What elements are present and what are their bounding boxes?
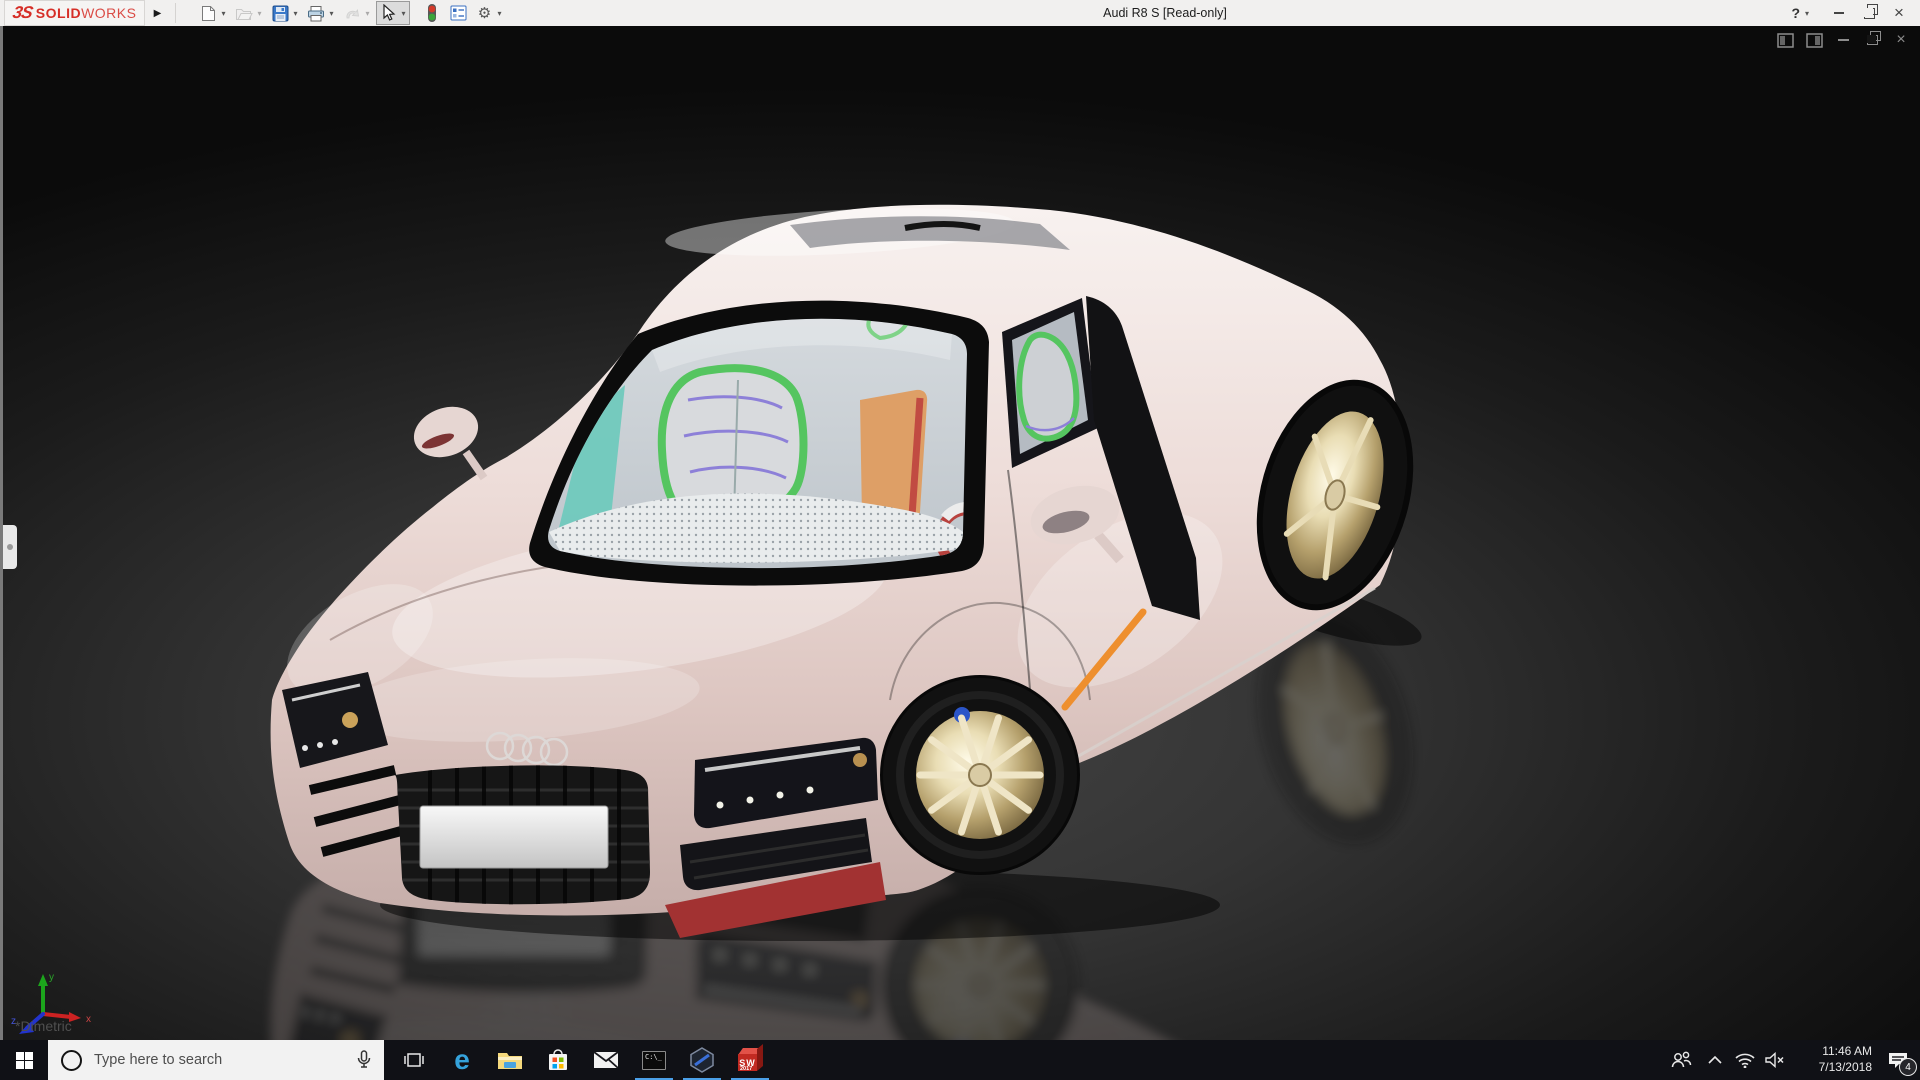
document-window-controls: × <box>1776 32 1910 48</box>
minimize-icon <box>1834 12 1844 14</box>
pane-left-icon <box>1777 33 1794 48</box>
network-button[interactable] <box>1730 1040 1760 1080</box>
mail-button[interactable] <box>582 1040 630 1080</box>
solidworks-app-button[interactable]: SW 2017 <box>726 1040 774 1080</box>
undo-button[interactable]: ▾ <box>340 1 374 25</box>
restore-button[interactable] <box>1856 1 1882 25</box>
view-orientation-label: *Dimetric <box>15 1018 72 1034</box>
panel-tab-dot-icon <box>7 544 13 550</box>
people-icon <box>1670 1051 1692 1069</box>
document-restore-button[interactable] <box>1863 32 1881 48</box>
triad-y-label: y <box>49 972 54 983</box>
window-title: Audi R8 S [Read-only] <box>1103 0 1227 26</box>
new-document-button[interactable]: ▾ <box>196 1 230 25</box>
stoplight-icon <box>422 3 442 23</box>
search-box[interactable]: Type here to search <box>48 1040 384 1080</box>
task-view-button[interactable] <box>390 1040 438 1080</box>
print-button[interactable]: ▾ <box>304 1 338 25</box>
windows-taskbar: Type here to search e <box>0 1040 1920 1080</box>
open-folder-icon <box>234 3 254 23</box>
clock-date: 7/13/2018 <box>1819 1060 1872 1076</box>
clock-time: 11:46 AM <box>1822 1044 1872 1060</box>
solidworks-logo: 3S SOLIDWORKS <box>4 0 145 26</box>
store-icon <box>547 1048 569 1072</box>
open-button[interactable]: ▾ <box>232 1 266 25</box>
volume-button[interactable] <box>1760 1040 1790 1080</box>
chevron-up-icon <box>1708 1056 1722 1064</box>
command-prompt-icon: C:\_ <box>642 1051 666 1070</box>
help-button[interactable]: ? ▾ <box>1791 5 1812 21</box>
store-button[interactable] <box>534 1040 582 1080</box>
pane-toggle-right-button[interactable] <box>1805 32 1823 48</box>
save-floppy-icon <box>270 3 290 23</box>
hexagon-app-icon <box>689 1047 715 1073</box>
undo-arrow-icon <box>342 3 362 23</box>
save-button[interactable]: ▾ <box>268 1 302 25</box>
windows-logo-icon <box>16 1052 33 1069</box>
file-explorer-icon <box>497 1050 523 1071</box>
stoplight-button[interactable] <box>420 1 444 25</box>
people-button[interactable] <box>1662 1040 1700 1080</box>
document-close-button[interactable]: × <box>1892 32 1910 48</box>
select-cursor-icon <box>378 3 398 23</box>
wifi-icon <box>1735 1052 1755 1068</box>
solidworks-titlebar: 3S SOLIDWORKS ▶ ▾ ▾ ▾ ▾ ▾ <box>0 0 1920 26</box>
search-label: Type here to search <box>94 1052 356 1068</box>
system-tray: 11:46 AM 7/13/2018 4 <box>1662 1040 1920 1080</box>
task-view-icon <box>404 1052 424 1068</box>
toolbar-separator <box>175 3 176 23</box>
minimize-icon <box>1838 39 1849 41</box>
options-button[interactable]: ⚙ ▾ <box>472 1 506 25</box>
terminal-button[interactable]: C:\_ <box>630 1040 678 1080</box>
triad-x-label: x <box>86 1014 91 1025</box>
taskbar-clock[interactable]: 11:46 AM 7/13/2018 <box>1790 1040 1876 1080</box>
edge-button[interactable]: e <box>438 1040 486 1080</box>
close-button[interactable]: × <box>1886 1 1912 25</box>
mail-icon <box>593 1051 619 1069</box>
display-pane-button[interactable] <box>446 1 470 25</box>
dassault-3s-icon: 3S <box>11 3 34 23</box>
feature-panel-tab[interactable] <box>3 525 17 569</box>
action-center-button[interactable]: 4 <box>1876 1040 1920 1080</box>
file-explorer-button[interactable] <box>486 1040 534 1080</box>
pane-toggle-left-button[interactable] <box>1776 32 1794 48</box>
minimize-button[interactable] <box>1826 1 1852 25</box>
tray-expand-button[interactable] <box>1700 1040 1730 1080</box>
restore-icon <box>1864 8 1875 19</box>
microphone-icon[interactable] <box>356 1050 372 1070</box>
select-tool-button[interactable]: ▾ <box>376 1 410 25</box>
graphics-area[interactable]: × x y z *Dimetric <box>0 26 1920 1040</box>
pane-right-icon <box>1806 33 1823 48</box>
notification-badge: 4 <box>1899 1058 1917 1076</box>
restore-icon <box>1867 35 1878 45</box>
start-button[interactable] <box>0 1040 48 1080</box>
menu-flyout-arrow[interactable]: ▶ <box>149 2 165 24</box>
edge-icon: e <box>454 1046 470 1074</box>
speaker-mute-icon <box>1765 1052 1785 1068</box>
solidworks-2017-icon: SW 2017 <box>737 1047 763 1073</box>
display-list-icon <box>448 3 468 23</box>
viewer-app-button[interactable] <box>678 1040 726 1080</box>
audi-r8-model[interactable] <box>3 26 1920 1040</box>
cortana-icon <box>61 1050 82 1071</box>
standard-toolbar: ▾ ▾ ▾ ▾ ▾ ▾ <box>196 1 506 25</box>
printer-icon <box>306 3 326 23</box>
gear-icon: ⚙ <box>474 3 494 23</box>
new-document-icon <box>198 3 218 23</box>
document-minimize-button[interactable] <box>1834 32 1852 48</box>
